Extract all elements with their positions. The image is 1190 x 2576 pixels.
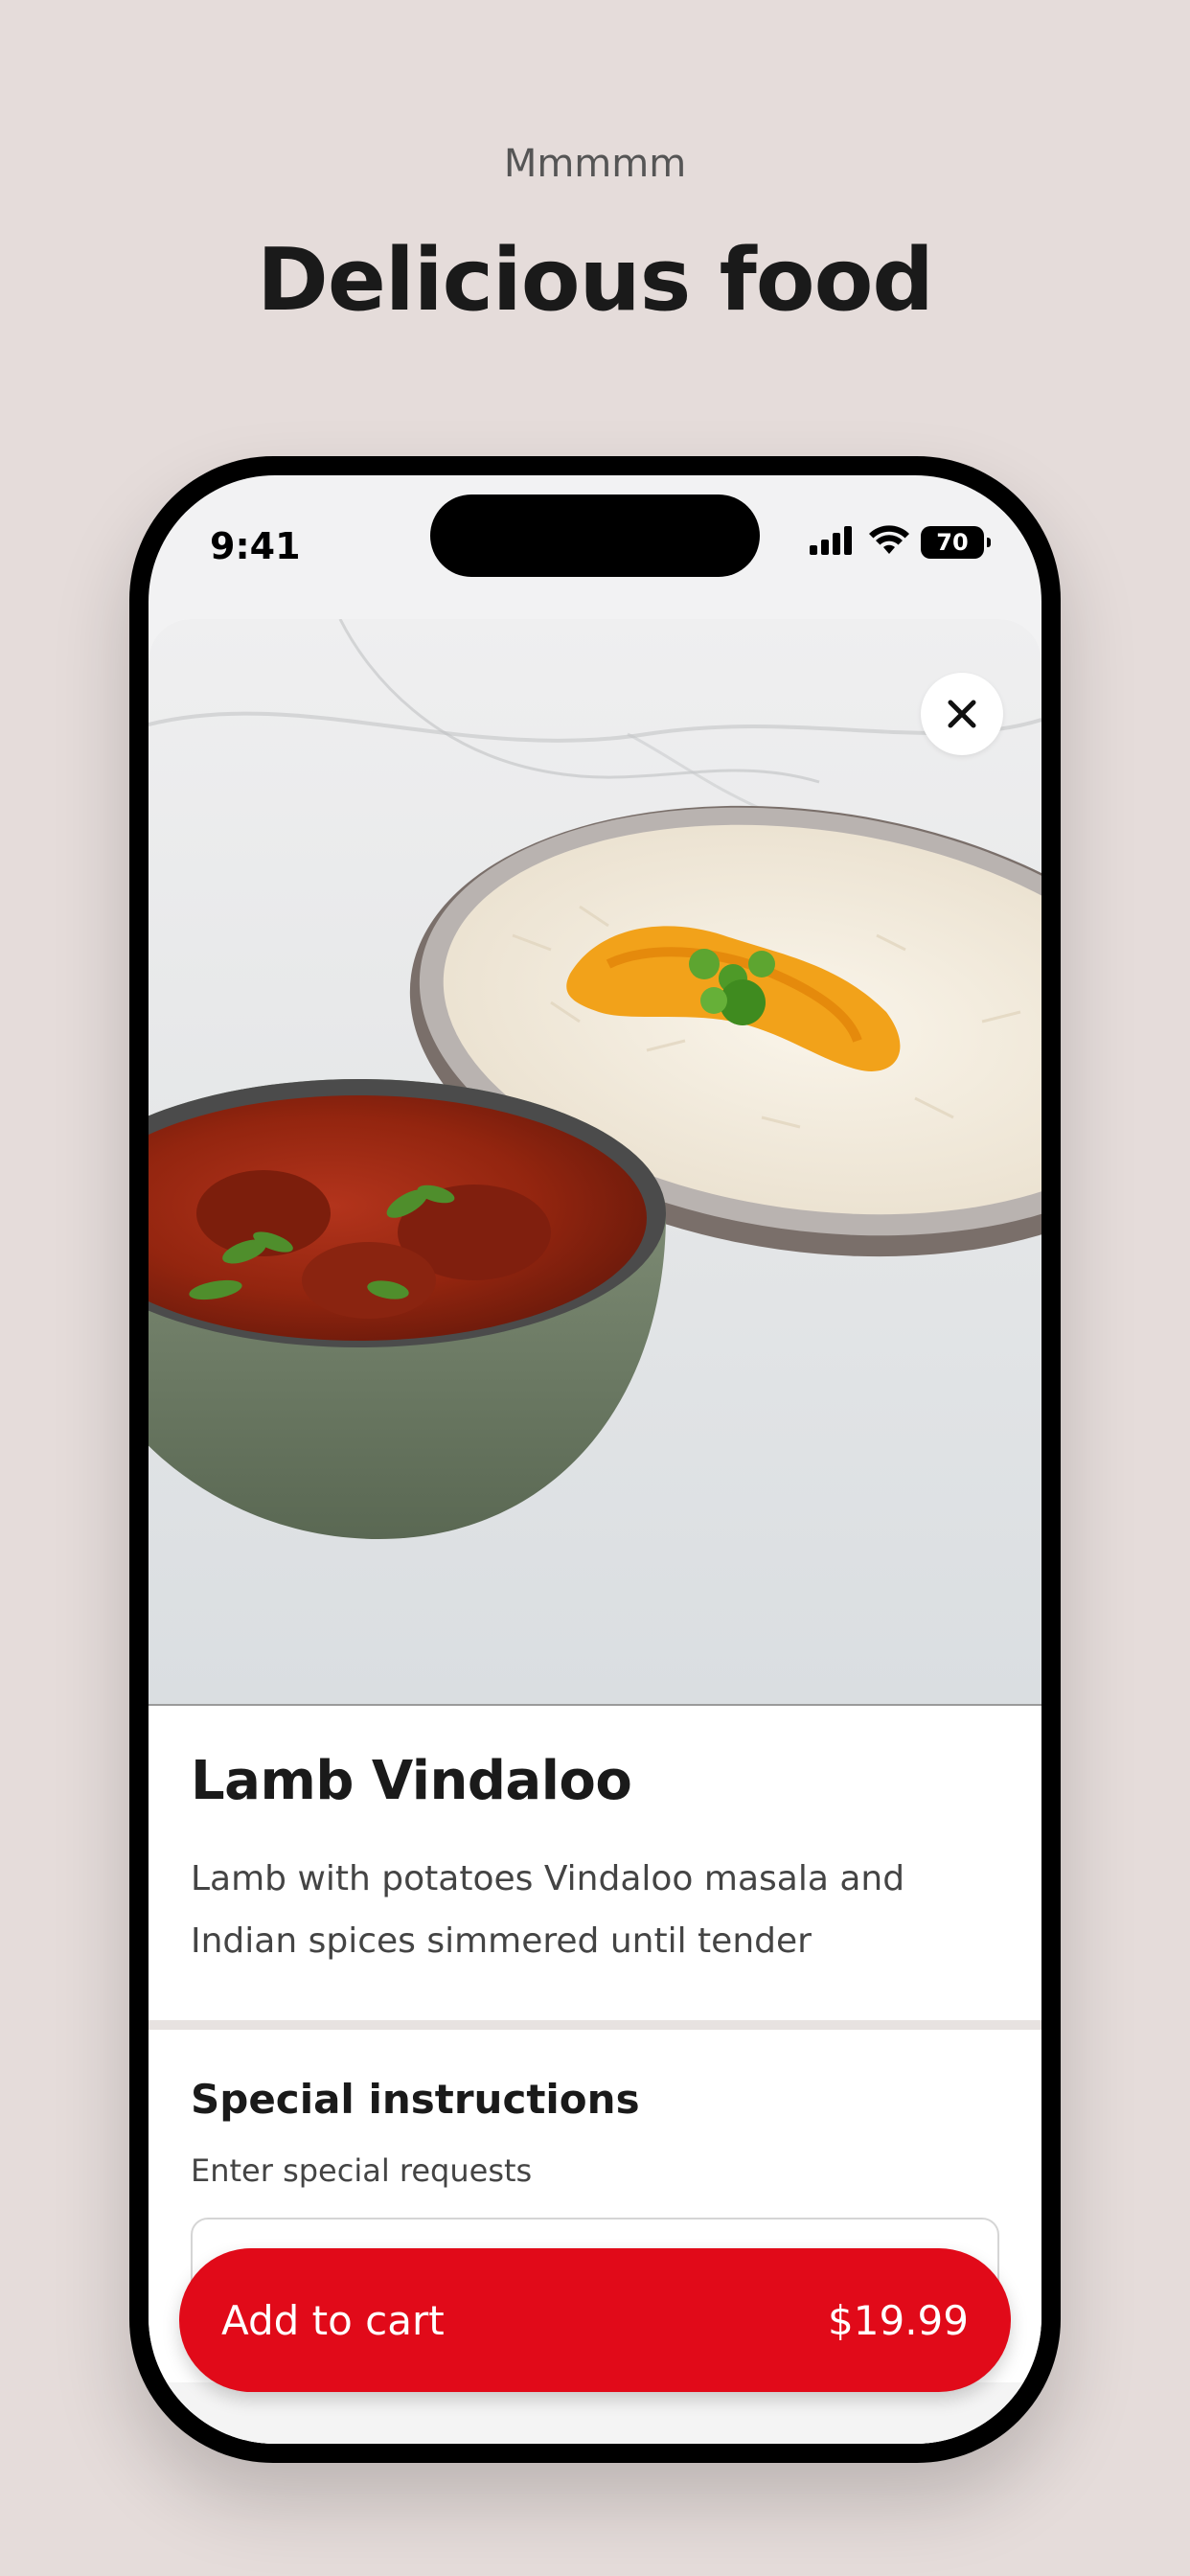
add-to-cart-button[interactable]: Add to cart $19.99	[179, 2248, 1011, 2392]
status-bar: 9:41 70	[149, 475, 1041, 619]
photo-divider	[149, 1704, 1041, 1706]
cart-price: $19.99	[828, 2296, 969, 2344]
food-image	[149, 619, 1041, 1704]
add-to-cart-label: Add to cart	[221, 2296, 445, 2344]
item-detail-sheet: Lamb Vindaloo Lamb with potatoes Vindalo…	[149, 619, 1041, 2444]
close-button[interactable]	[921, 673, 1003, 755]
dynamic-island	[430, 494, 760, 577]
phone-screen: 9:41 70 Lamb Vindaloo Lamb with potatoes…	[149, 475, 1041, 2444]
close-icon	[946, 698, 978, 730]
header-kicker: Mmmmm	[503, 142, 687, 186]
item-photo	[149, 619, 1041, 1704]
status-time: 9:41	[210, 525, 301, 567]
item-description: Lamb with potatoes Vindaloo masala and I…	[191, 1859, 905, 1961]
page-headline: Delicious food	[257, 230, 934, 331]
section-divider	[149, 2020, 1041, 2030]
phone-frame: 9:41 70 Lamb Vindaloo Lamb with potatoes…	[129, 456, 1061, 2463]
status-icons: 70	[808, 523, 991, 561]
wifi-icon	[867, 523, 911, 561]
special-instructions-title: Special instructions	[191, 2076, 640, 2123]
battery-level: 70	[936, 528, 969, 556]
item-title: Lamb Vindaloo	[191, 1750, 632, 1812]
special-instructions-subtitle: Enter special requests	[191, 2152, 533, 2189]
cellular-signal-icon	[808, 524, 858, 560]
battery-icon: 70	[921, 525, 991, 559]
